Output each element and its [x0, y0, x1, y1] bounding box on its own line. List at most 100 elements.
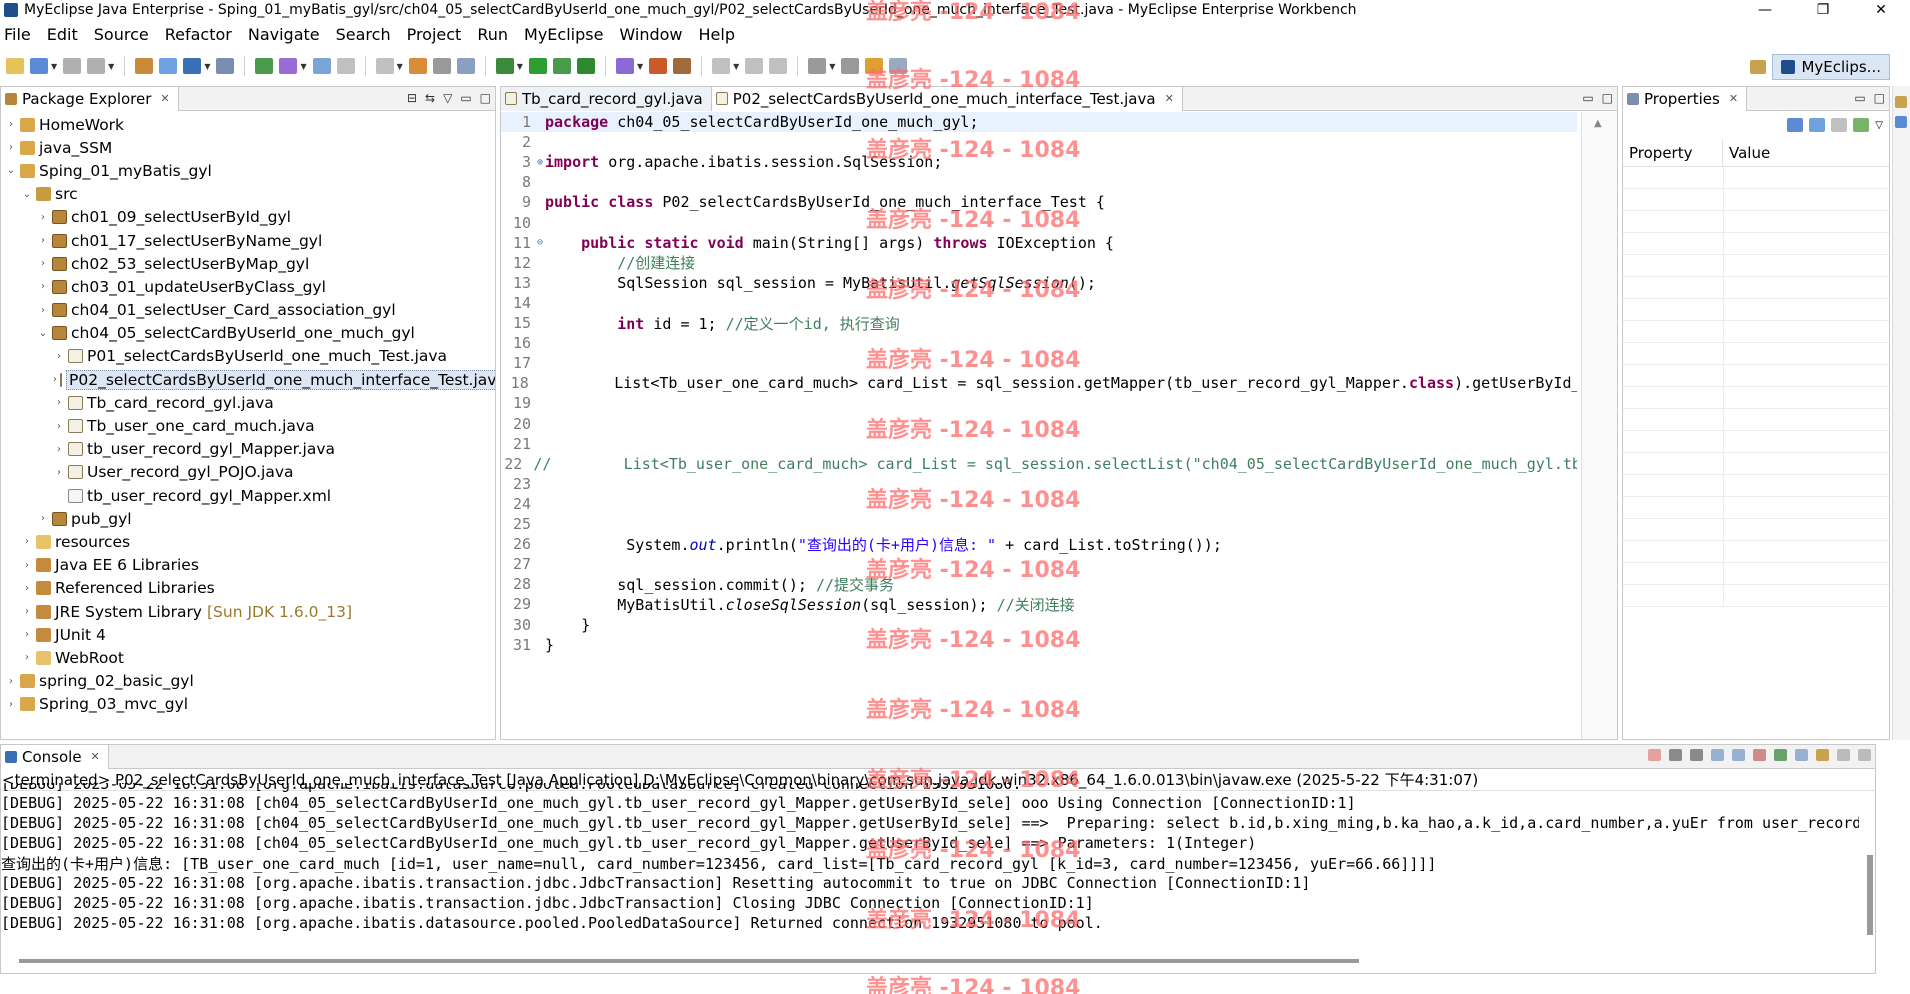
coverage-icon[interactable]	[552, 58, 571, 74]
collapsed-arrow-icon[interactable]: ›	[21, 583, 33, 594]
tree-item[interactable]: › Tb_user_one_card_much.java	[1, 414, 495, 437]
block-selection-icon[interactable]	[745, 58, 764, 74]
restore-icon[interactable]	[1895, 96, 1907, 108]
dropdown-arrow-icon[interactable]: ▼	[517, 62, 523, 71]
history-icon[interactable]	[889, 58, 908, 74]
view-menu-icon[interactable]: ▽	[1875, 120, 1883, 131]
menu-edit[interactable]: Edit	[45, 25, 90, 44]
server-icon[interactable]	[183, 58, 202, 74]
scroll-up-icon[interactable]: ▲	[1594, 118, 1602, 129]
dropdown-arrow-icon[interactable]: ▼	[733, 62, 739, 71]
back-icon[interactable]	[336, 58, 355, 74]
collapsed-arrow-icon[interactable]: ›	[5, 142, 17, 153]
collapsed-arrow-icon[interactable]: ›	[37, 235, 49, 246]
console-output[interactable]: [DEBUG] 2025-05-22 16:31:08 [org.apache.…	[1, 783, 1859, 933]
scroll-lock-icon[interactable]	[1711, 749, 1724, 761]
tree-item[interactable]: ⌄ Sping_01_myBatis_gyl	[1, 159, 495, 182]
menu-refactor[interactable]: Refactor	[163, 25, 244, 44]
tree-item[interactable]: ⌄ src	[1, 183, 495, 206]
collapsed-arrow-icon[interactable]: ›	[37, 212, 49, 223]
menu-file[interactable]: File	[2, 25, 43, 44]
outline-icon[interactable]	[1895, 116, 1907, 128]
dropdown-arrow-icon[interactable]: ▼	[397, 62, 403, 71]
collapsed-arrow-icon[interactable]: ›	[37, 513, 49, 524]
tree-item[interactable]: › ch04_01_selectUser_Card_association_gyl	[1, 299, 495, 322]
tree-item[interactable]: › ch01_17_selectUserByName_gyl	[1, 229, 495, 252]
annotation-icon[interactable]	[649, 58, 668, 74]
minimize-button[interactable]: —	[1736, 0, 1794, 20]
pin-console-icon[interactable]	[1774, 749, 1787, 761]
value-column-header[interactable]: Value	[1723, 144, 1770, 162]
menu-project[interactable]: Project	[405, 25, 474, 44]
code-editor[interactable]: ▲ 1 package ch04_05_selectCardByUserId_on…	[501, 112, 1617, 739]
tab-console[interactable]: Console ✕	[1, 745, 109, 769]
tree-item[interactable]: › spring_02_basic_gyl	[1, 670, 495, 693]
collapsed-arrow-icon[interactable]: ›	[37, 305, 49, 316]
search-icon[interactable]	[279, 58, 298, 74]
collapsed-arrow-icon[interactable]: ›	[37, 281, 49, 292]
build-icon[interactable]	[408, 58, 427, 74]
property-column-header[interactable]: Property	[1623, 139, 1723, 166]
tree-item[interactable]: › ch01_09_selectUserById_gyl	[1, 206, 495, 229]
close-window-button[interactable]: ✕	[1852, 0, 1910, 20]
toggle-whitespace-icon[interactable]	[712, 58, 731, 74]
tree-item[interactable]: ⌄ ch04_05_selectCardByUserId_one_much_gyl	[1, 322, 495, 345]
collapsed-arrow-icon[interactable]: ›	[21, 652, 33, 663]
collapsed-arrow-icon[interactable]: ›	[21, 560, 33, 571]
tree-item[interactable]: › Java EE 6 Libraries	[1, 554, 495, 577]
tree-item[interactable]: › HomeWork	[1, 113, 495, 136]
collapsed-arrow-icon[interactable]: ›	[37, 258, 49, 269]
dropdown-arrow-icon[interactable]: ▼	[300, 62, 306, 71]
close-icon[interactable]: ✕	[160, 92, 169, 105]
dropdown-arrow-icon[interactable]: ▼	[108, 62, 114, 71]
minimize-view-icon[interactable]: ▭	[460, 91, 471, 105]
debug-icon[interactable]	[456, 58, 475, 74]
collapsed-arrow-icon[interactable]: ›	[21, 606, 33, 617]
tree-item[interactable]: tb_user_record_gyl_Mapper.xml	[1, 484, 495, 507]
dropdown-arrow-icon[interactable]: ▼	[637, 62, 643, 71]
pin-icon[interactable]	[1853, 118, 1870, 132]
tab-properties[interactable]: Properties ✕	[1623, 87, 1748, 111]
comment-icon[interactable]	[769, 58, 788, 74]
remove-launch-icon[interactable]	[1669, 749, 1682, 761]
editor-tab[interactable]: P02_selectCardsByUserId_one_much_interfa…	[711, 87, 1183, 111]
remove-all-icon[interactable]	[1690, 749, 1703, 761]
tree-item[interactable]: › ch03_01_updateUserByClass_gyl	[1, 275, 495, 298]
new-icon[interactable]	[6, 58, 24, 74]
next-annotation-icon[interactable]	[808, 58, 827, 74]
menu-navigate[interactable]: Navigate	[246, 25, 332, 44]
tree-item[interactable]: › resources	[1, 530, 495, 553]
expanded-arrow-icon[interactable]: ⌄	[21, 189, 33, 200]
database-icon[interactable]	[615, 58, 634, 74]
collapsed-arrow-icon[interactable]: ›	[5, 676, 17, 687]
tree-item[interactable]: › Tb_card_record_gyl.java	[1, 391, 495, 414]
collapse-all-icon[interactable]: ⊟	[407, 91, 417, 105]
collapsed-arrow-icon[interactable]: ›	[21, 536, 33, 547]
collapsed-arrow-icon[interactable]: ›	[5, 699, 17, 710]
new-java-class-icon[interactable]	[255, 58, 274, 74]
expanded-arrow-icon[interactable]: ⌄	[5, 165, 17, 176]
last-edit-icon[interactable]	[865, 58, 884, 74]
minimize-view-icon[interactable]	[1837, 749, 1850, 761]
fold-toggle-icon[interactable]: ⊖	[535, 237, 545, 248]
collapsed-arrow-icon[interactable]: ›	[53, 467, 65, 478]
console-horizontal-scrollbar[interactable]	[1, 951, 1859, 973]
collapsed-arrow-icon[interactable]: ›	[21, 629, 33, 640]
tree-item[interactable]: › P02_selectCardsByUserId_one_much_interf…	[1, 368, 495, 391]
show-advanced-icon[interactable]	[1809, 118, 1826, 132]
menu-source[interactable]: Source	[92, 25, 161, 44]
restore-default-icon[interactable]	[1831, 118, 1848, 132]
menu-window[interactable]: Window	[617, 25, 694, 44]
deploy-icon[interactable]	[216, 58, 235, 74]
dropdown-arrow-icon[interactable]: ▼	[51, 62, 57, 71]
tree-item[interactable]: › WebRoot	[1, 646, 495, 669]
open-type-icon[interactable]	[159, 58, 178, 74]
task-icon[interactable]	[432, 58, 451, 74]
forward-icon[interactable]	[375, 58, 394, 74]
menu-search[interactable]: Search	[334, 25, 403, 44]
collapsed-arrow-icon[interactable]: ›	[53, 444, 65, 455]
tree-item[interactable]: › ch02_53_selectUserByMap_gyl	[1, 252, 495, 275]
console-vertical-scrollbar[interactable]	[1861, 793, 1875, 949]
maximize-view-icon[interactable]: □	[480, 91, 491, 105]
collapsed-arrow-icon[interactable]: ›	[53, 397, 65, 408]
